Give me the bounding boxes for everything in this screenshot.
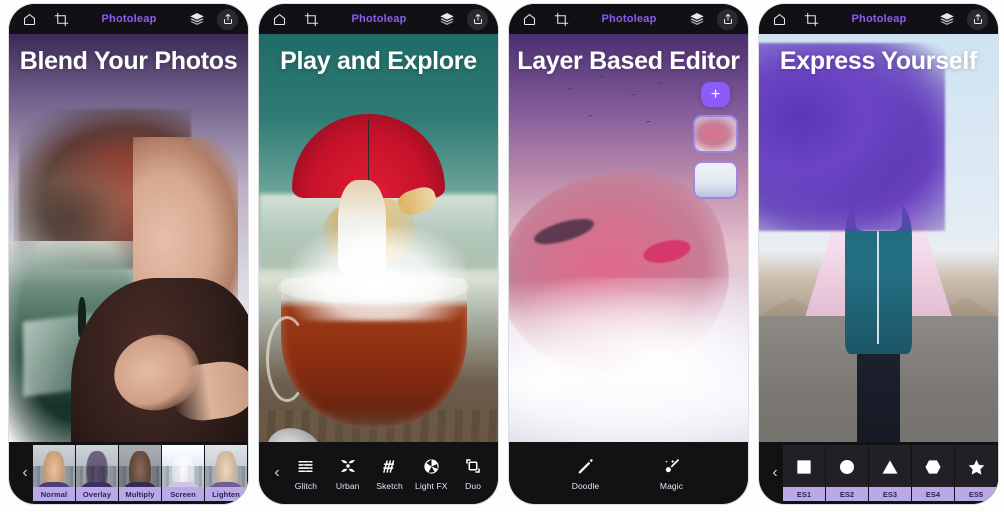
tool-label: Glitch <box>294 481 318 491</box>
phone-screenshot-layers: Photoleap Layer Based Editor + Doodle Ma… <box>509 4 748 504</box>
birds-decoration <box>557 72 700 147</box>
layer-thumbnail-portrait[interactable] <box>693 115 738 153</box>
tool-label: Sketch <box>376 481 403 491</box>
square-icon <box>794 457 814 477</box>
tool-label: Urban <box>335 481 360 491</box>
artwork-purple-smoke <box>759 34 998 504</box>
back-chevron-icon[interactable]: ‹ <box>17 465 33 481</box>
shape-option-es5[interactable]: ES5 <box>955 445 998 501</box>
home-icon[interactable] <box>269 9 289 29</box>
add-layer-button[interactable]: + <box>701 82 730 107</box>
editor-canvas[interactable]: Play and Explore <box>259 34 498 504</box>
export-button[interactable] <box>967 8 988 30</box>
layer-thumbnail-clouds[interactable] <box>693 161 738 199</box>
app-top-bar: Photoleap <box>759 4 998 34</box>
blend-mode-overlay[interactable]: Overlay <box>76 445 119 501</box>
app-top-bar: Photoleap <box>259 4 498 34</box>
screenshot-gallery: Photoleap Blend Your Photos ‹ Normal Ove… <box>0 0 1004 512</box>
tool-sketch[interactable]: Sketch <box>369 455 411 491</box>
blend-mode-screen[interactable]: Screen <box>162 445 205 501</box>
crop-icon[interactable] <box>51 9 71 29</box>
shapes-bar: ‹ ES1 ES2 ES3 ES4 ES5 <box>759 442 998 504</box>
blend-mode-label: Overlay <box>76 487 118 501</box>
triangle-icon <box>880 457 900 477</box>
app-title: Photoleap <box>101 13 157 25</box>
editor-canvas[interactable]: Layer Based Editor + <box>509 34 748 504</box>
star-icon <box>966 457 987 478</box>
page-title: Layer Based Editor <box>517 47 740 75</box>
shape-option-es3[interactable]: ES3 <box>869 445 912 501</box>
blend-mode-multiply[interactable]: Multiply <box>119 445 162 501</box>
shape-option-es1[interactable]: ES1 <box>783 445 826 501</box>
tool-duo[interactable]: Duo <box>452 455 494 491</box>
tool-doodle[interactable]: Doodle <box>560 455 612 491</box>
page-title: Play and Explore <box>280 47 477 75</box>
blend-mode-lighten[interactable]: Lighten <box>205 445 248 501</box>
blend-mode-label: Normal <box>33 487 75 501</box>
home-icon[interactable] <box>769 9 789 29</box>
layers-icon[interactable] <box>437 9 457 29</box>
page-title: Blend Your Photos <box>19 47 238 75</box>
editor-canvas[interactable]: Blend Your Photos <box>9 34 248 504</box>
crop-icon[interactable] <box>301 9 321 29</box>
phone-screenshot-shapes: Photoleap Express Yourself ‹ ES1 ES2 ES3… <box>759 4 998 504</box>
layer-tool-bar: Doodle Magic <box>509 442 748 504</box>
shape-option-es4[interactable]: ES4 <box>912 445 955 501</box>
blend-mode-label: Lighten <box>205 487 247 501</box>
app-top-bar: Photoleap <box>9 4 248 34</box>
layers-icon[interactable] <box>687 9 707 29</box>
layer-panel: + <box>693 82 738 199</box>
layers-icon[interactable] <box>937 9 957 29</box>
artwork-teacup-composite <box>259 34 498 504</box>
sketch-icon <box>380 455 399 477</box>
app-title: Photoleap <box>851 13 907 25</box>
app-top-bar: Photoleap <box>509 4 748 34</box>
layers-icon[interactable] <box>187 9 207 29</box>
tool-glitch[interactable]: Glitch <box>285 455 327 491</box>
blend-mode-bar: ‹ Normal Overlay Multiply Screen Lighten <box>9 442 248 504</box>
urban-icon <box>339 455 357 477</box>
export-button[interactable] <box>717 8 738 30</box>
shape-label: ES3 <box>869 487 911 501</box>
crop-icon[interactable] <box>801 9 821 29</box>
tool-label: Magic <box>659 481 684 491</box>
artwork-double-exposure <box>9 34 248 504</box>
magic-wand-icon <box>662 455 681 477</box>
blend-mode-normal[interactable]: Normal <box>33 445 76 501</box>
phone-screenshot-blend: Photoleap Blend Your Photos ‹ Normal Ove… <box>9 4 248 504</box>
home-icon[interactable] <box>19 9 39 29</box>
shape-option-es2[interactable]: ES2 <box>826 445 869 501</box>
back-chevron-icon[interactable]: ‹ <box>767 465 783 481</box>
crop-icon[interactable] <box>551 9 571 29</box>
app-title: Photoleap <box>351 13 407 25</box>
blend-mode-label: Multiply <box>119 487 161 501</box>
tool-label: Light FX <box>415 481 448 491</box>
shape-label: ES1 <box>783 487 825 501</box>
app-title: Photoleap <box>601 13 657 25</box>
blend-mode-label: Screen <box>162 487 204 501</box>
duo-icon <box>464 455 482 477</box>
shape-label: ES2 <box>826 487 868 501</box>
light-fx-icon <box>422 455 441 477</box>
hexagon-icon <box>923 457 943 477</box>
tool-label: Duo <box>465 481 482 491</box>
export-button[interactable] <box>217 8 238 30</box>
tool-magic[interactable]: Magic <box>646 455 698 491</box>
effects-tool-bar: ‹ Glitch Urban Sketch Light FX Duo <box>259 442 498 504</box>
shape-label: ES4 <box>912 487 954 501</box>
page-title: Express Yourself <box>779 47 978 75</box>
phone-screenshot-effects: Photoleap Play and Explore ‹ Glitch Urba… <box>259 4 498 504</box>
shape-label: ES5 <box>955 487 997 501</box>
pencil-icon <box>576 455 595 477</box>
tool-light-fx[interactable]: Light FX <box>410 455 452 491</box>
tool-label: Doodle <box>571 481 600 491</box>
export-button[interactable] <box>467 8 488 30</box>
editor-canvas[interactable]: Express Yourself <box>759 34 998 504</box>
circle-icon <box>837 457 857 477</box>
back-chevron-icon[interactable]: ‹ <box>269 465 285 481</box>
home-icon[interactable] <box>519 9 539 29</box>
tool-urban[interactable]: Urban <box>327 455 369 491</box>
glitch-icon <box>296 455 315 477</box>
